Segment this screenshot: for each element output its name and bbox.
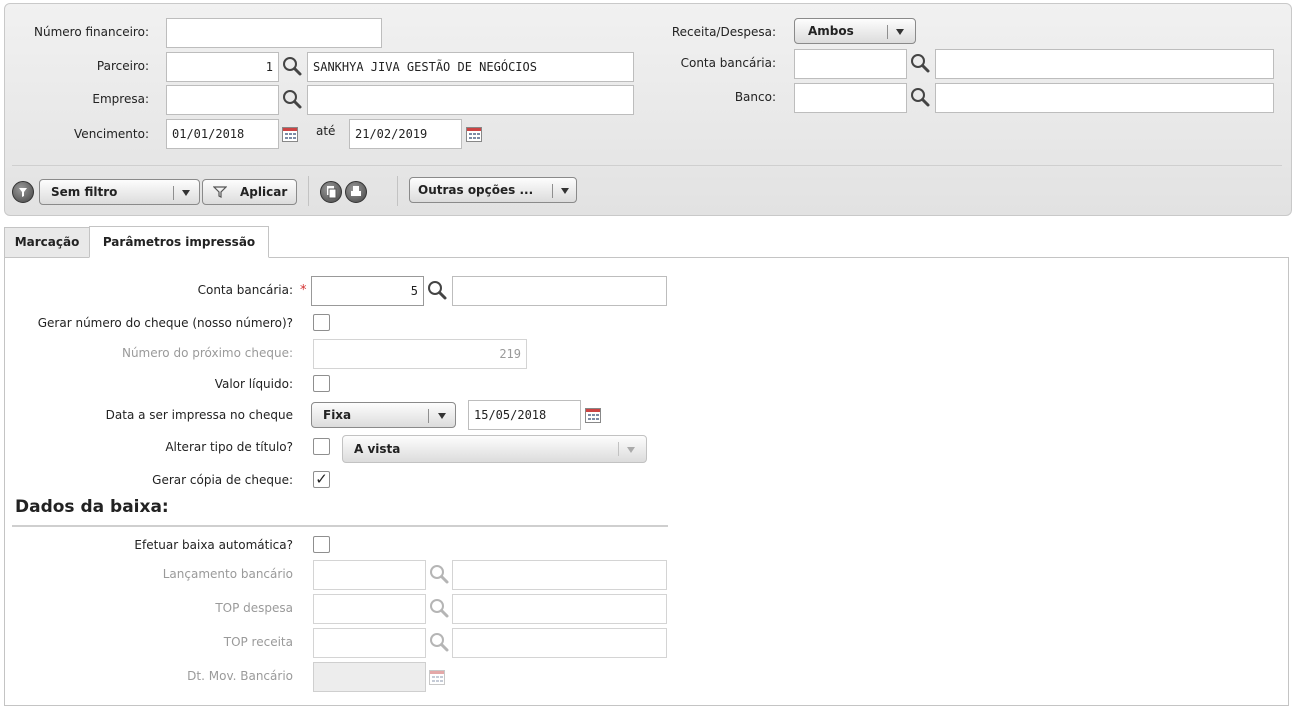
calendar-icon[interactable] [466,127,482,142]
numero-proximo-input[interactable]: 219 [313,339,527,369]
valor-liquido-checkbox[interactable] [313,375,330,392]
data-tipo-value: Fixa [323,408,352,422]
dt-mov-label: Dt. Mov. Bancário [187,669,293,683]
aplicar-button[interactable]: Aplicar [202,179,297,205]
gerar-numero-checkbox[interactable] [313,314,330,331]
efetuar-baixa-label: Efetuar baixa automática? [134,538,293,552]
top-despesa-code-input[interactable] [313,594,426,624]
conta-bancaria-label: Conta bancária: [197,283,293,297]
gerar-numero-label: Gerar número do cheque (nosso número)? [37,316,293,330]
chevron-down-icon [561,188,569,194]
vencimento-to-input[interactable]: 21/02/2019 [349,119,462,149]
divider [618,442,619,456]
empresa-label: Empresa: [92,92,149,106]
banco-name-input[interactable] [935,83,1274,113]
valor-liquido-label: Valor líquido: [214,377,293,391]
conta-bancaria-name-input[interactable] [452,276,667,306]
dt-mov-input[interactable] [313,662,426,692]
banco-label: Banco: [734,90,776,104]
toolbar-separator [308,176,309,206]
conta-bancaria-filter-code[interactable] [794,49,907,79]
parceiro-label: Parceiro: [96,59,149,73]
filter-icon[interactable] [12,181,34,203]
chevron-down-icon [182,190,190,196]
toolbar-separator [397,176,398,206]
empresa-name-input[interactable] [307,85,634,115]
numero-financeiro-label: Número financeiro: [34,25,149,39]
tab-parametros-label: Parâmetros impressão [102,235,256,249]
data-impressa-label: Data a ser impressa no cheque [105,408,293,422]
search-icon[interactable] [281,55,303,77]
vencimento-label: Vencimento: [74,127,149,141]
vencimento-from-input[interactable]: 01/01/2018 [166,119,279,149]
tab-marcacao-label: Marcação [14,235,80,249]
calendar-icon[interactable] [282,127,298,142]
parceiro-name-input[interactable]: SANKHYA JIVA GESTÃO DE NEGÓCIOS [307,52,634,82]
divider [887,25,888,39]
search-icon[interactable] [428,597,450,619]
receita-despesa-select[interactable]: Ambos [794,18,916,44]
banco-code-input[interactable] [794,83,907,113]
calendar-icon[interactable] [429,670,445,685]
section-title: Dados da baixa: [15,497,169,517]
tipo-titulo-select[interactable]: A vista [342,435,647,463]
top-despesa-label: TOP despesa [215,601,293,615]
empresa-code-input[interactable] [166,85,279,115]
search-icon[interactable] [909,52,931,74]
data-tipo-select[interactable]: Fixa [311,402,456,428]
receita-despesa-value: Ambos [808,24,854,38]
gerar-copia-label: Gerar cópia de cheque: [152,473,293,487]
top-despesa-name-input[interactable] [452,594,667,624]
divider [552,184,553,198]
lancamento-code-input[interactable] [313,560,426,590]
conta-bancaria-code-input[interactable]: 5 [311,276,424,306]
lancamento-label: Lançamento bancário [162,567,293,581]
top-receita-name-input[interactable] [452,628,667,658]
numero-proximo-label: Número do próximo cheque: [121,346,293,360]
search-icon[interactable] [428,631,450,653]
data-impressa-input[interactable]: 15/05/2018 [468,400,581,430]
top-receita-code-input[interactable] [313,628,426,658]
aplicar-label: Aplicar [240,185,288,199]
tipo-titulo-value: A vista [354,442,401,456]
divider [173,186,174,200]
search-icon[interactable] [428,563,450,585]
sem-filtro-label: Sem filtro [51,185,118,199]
efetuar-baixa-checkbox[interactable] [313,536,330,553]
parceiro-code-input[interactable]: 1 [166,52,279,82]
receita-despesa-label: Receita/Despesa: [671,25,776,39]
lancamento-name-input[interactable] [452,560,667,590]
divider [428,409,429,423]
top-receita-label: TOP receita [223,635,293,649]
ate-label: até [316,124,336,138]
print-icon[interactable] [345,181,367,203]
section-divider [12,525,668,527]
conta-bancaria-filter-label: Conta bancária: [680,56,776,70]
chevron-down-icon [438,413,446,419]
alterar-tipo-checkbox[interactable] [313,438,330,455]
tab-parametros-impressao[interactable]: Parâmetros impressão [89,226,269,258]
chevron-down-icon [627,447,635,453]
search-icon[interactable] [426,279,448,301]
tab-marcacao[interactable]: Marcação [4,227,90,257]
sem-filtro-select[interactable]: Sem filtro [39,179,200,205]
alterar-tipo-label: Alterar tipo de título? [165,440,293,454]
search-icon[interactable] [281,88,303,110]
funnel-icon [213,186,227,198]
required-mark: * [300,283,307,298]
chevron-down-icon [896,29,904,35]
numero-financeiro-input[interactable] [166,18,382,48]
outras-opcoes-label: Outras opções ... [418,183,534,197]
calendar-icon[interactable] [585,408,601,423]
conta-bancaria-filter-name[interactable] [935,49,1274,79]
search-icon[interactable] [909,86,931,108]
copy-icon[interactable] [320,181,342,203]
gerar-copia-checkbox[interactable]: ✓ [313,471,330,488]
outras-opcoes-button[interactable]: Outras opções ... [409,177,577,203]
panel-divider [12,165,1282,166]
